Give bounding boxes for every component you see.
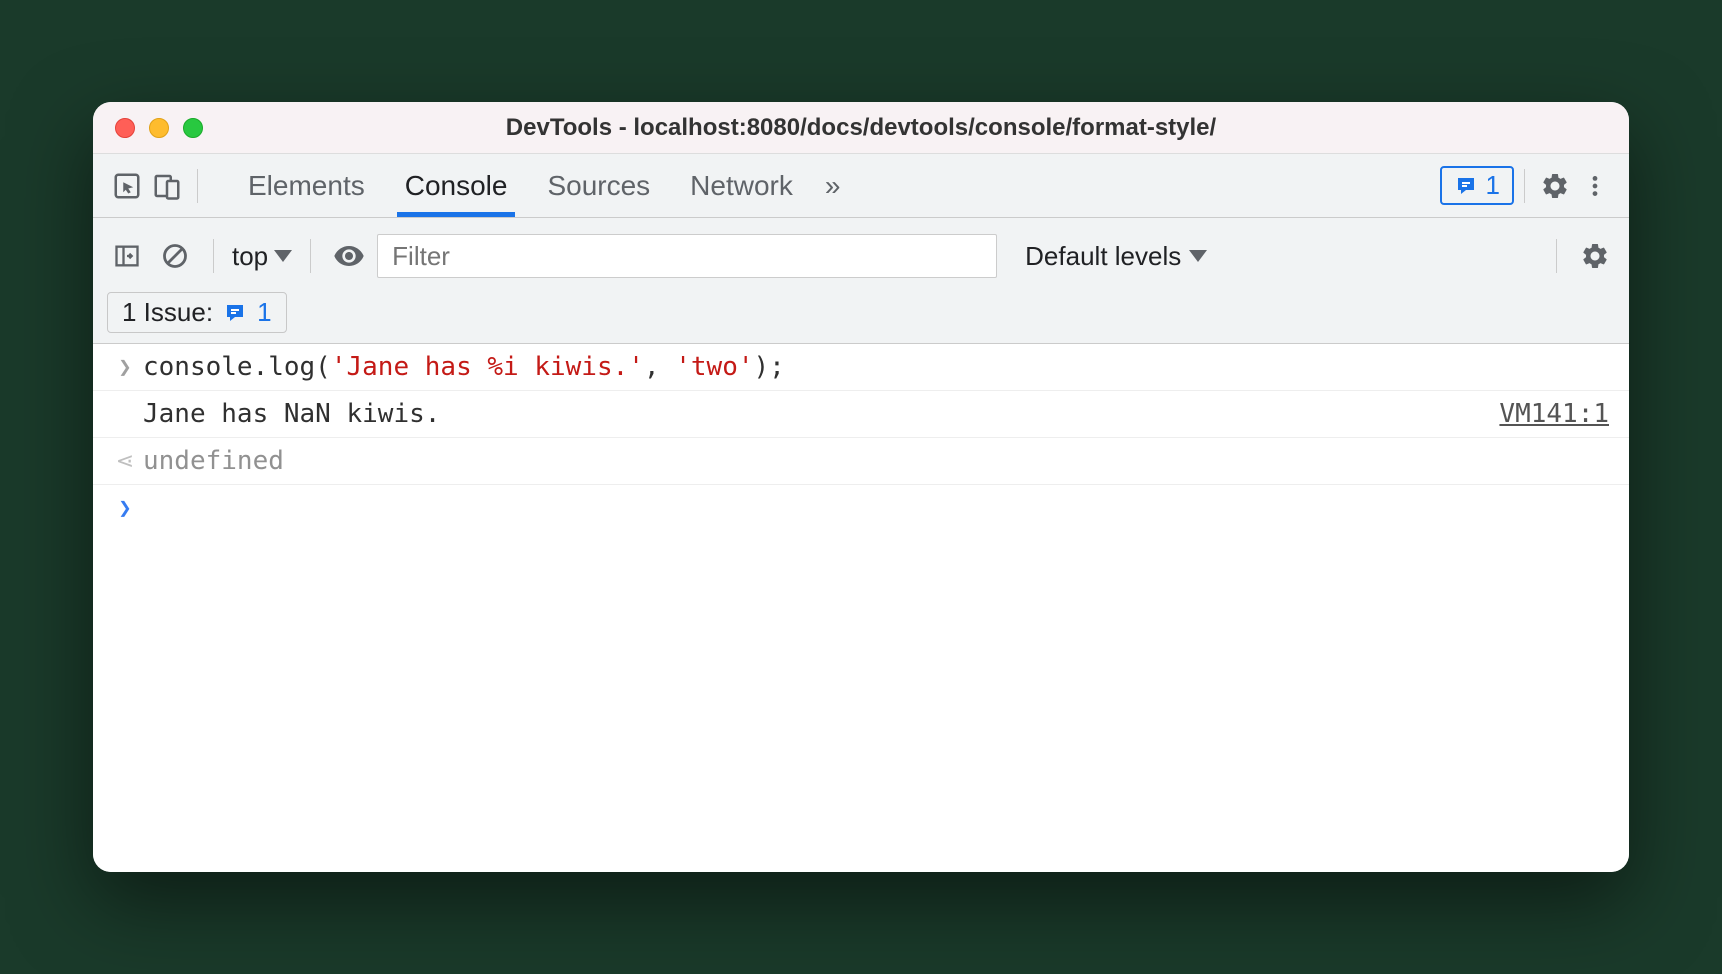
clear-console-icon[interactable] xyxy=(155,236,195,276)
console-return-value: undefined xyxy=(143,446,284,476)
console-toolbar: top Default levels xyxy=(93,218,1629,344)
minimize-window-button[interactable] xyxy=(149,118,169,138)
maximize-window-button[interactable] xyxy=(183,118,203,138)
input-prompt-icon: ❯ xyxy=(107,352,143,380)
output-gutter xyxy=(107,399,143,402)
console-prompt-row[interactable]: ❯ xyxy=(93,485,1629,529)
issue-pill-count: 1 xyxy=(257,297,271,328)
issue-pill-label: 1 Issue: xyxy=(122,297,213,328)
tab-console[interactable]: Console xyxy=(405,154,508,217)
return-icon: ⋖ xyxy=(107,446,143,474)
source-link[interactable]: VM141:1 xyxy=(1499,399,1609,429)
issues-badge[interactable]: 1 xyxy=(1440,166,1514,205)
message-icon xyxy=(1454,174,1478,198)
window-title: DevTools - localhost:8080/docs/devtools/… xyxy=(93,114,1629,142)
chevron-down-icon xyxy=(1189,250,1207,262)
console-input-code: console.log('Jane has %i kiwis.', 'two')… xyxy=(143,352,785,382)
more-tabs-button[interactable]: » xyxy=(825,170,841,202)
devtools-window: DevTools - localhost:8080/docs/devtools/… xyxy=(93,102,1629,872)
show-console-sidebar-icon[interactable] xyxy=(107,236,147,276)
levels-label: Default levels xyxy=(1025,241,1181,272)
divider xyxy=(1556,239,1557,273)
issue-pill[interactable]: 1 Issue: 1 xyxy=(107,292,287,333)
titlebar: DevTools - localhost:8080/docs/devtools/… xyxy=(93,102,1629,154)
traffic-lights xyxy=(93,118,203,138)
chevron-down-icon xyxy=(274,250,292,262)
message-icon xyxy=(223,301,247,325)
main-tabbar: Elements Console Sources Network » 1 xyxy=(93,154,1629,218)
console-output-text: Jane has NaN kiwis. xyxy=(143,399,440,429)
tab-sources[interactable]: Sources xyxy=(547,154,650,217)
tab-network[interactable]: Network xyxy=(690,154,793,217)
context-selector[interactable]: top xyxy=(232,241,292,272)
close-window-button[interactable] xyxy=(115,118,135,138)
divider xyxy=(310,239,311,273)
console-output-row: Jane has NaN kiwis. VM141:1 xyxy=(93,391,1629,438)
console-settings-icon[interactable] xyxy=(1575,236,1615,276)
issues-badge-count: 1 xyxy=(1486,170,1500,201)
divider xyxy=(197,169,198,203)
tabs: Elements Console Sources Network xyxy=(248,154,793,217)
divider xyxy=(1524,169,1525,203)
divider xyxy=(213,239,214,273)
console-return-row: ⋖ undefined xyxy=(93,438,1629,485)
prompt-icon: ❯ xyxy=(107,493,143,521)
inspect-element-icon[interactable] xyxy=(107,166,147,206)
log-levels-selector[interactable]: Default levels xyxy=(1025,241,1207,272)
console-output: ❯ console.log('Jane has %i kiwis.', 'two… xyxy=(93,344,1629,872)
more-options-icon[interactable] xyxy=(1575,166,1615,206)
device-toolbar-icon[interactable] xyxy=(147,166,187,206)
tab-elements[interactable]: Elements xyxy=(248,154,365,217)
console-input-row: ❯ console.log('Jane has %i kiwis.', 'two… xyxy=(93,344,1629,391)
filter-input[interactable] xyxy=(377,234,997,278)
live-expression-icon[interactable] xyxy=(329,236,369,276)
settings-icon[interactable] xyxy=(1535,166,1575,206)
context-label: top xyxy=(232,241,268,272)
